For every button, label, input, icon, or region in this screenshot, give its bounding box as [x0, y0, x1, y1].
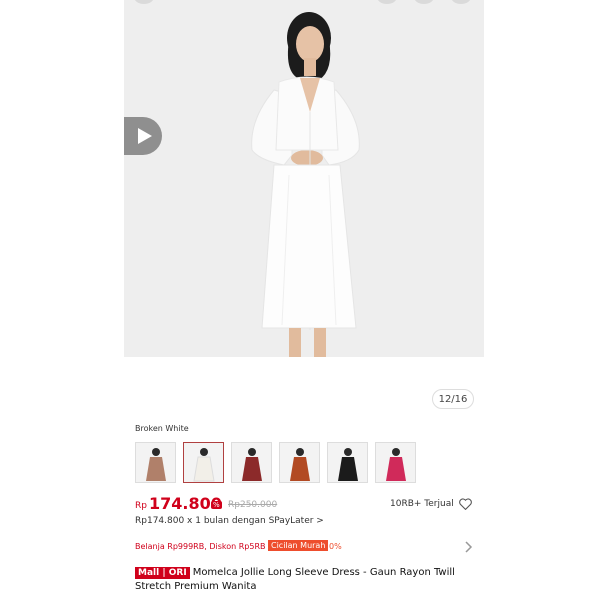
variant-rust[interactable] — [279, 442, 320, 483]
variant-label: Broken White — [135, 424, 189, 433]
mall-ori-badge: Mall | ORI — [135, 567, 190, 579]
dress-icon — [338, 448, 358, 481]
chevron-right-icon — [465, 541, 473, 553]
installment-rate: 0% — [329, 542, 342, 551]
variant-brown[interactable] — [135, 442, 176, 483]
model-figure — [251, 12, 360, 357]
dress-icon — [146, 448, 166, 481]
installment-tag: Cicilan Murah — [268, 540, 329, 551]
heart-icon[interactable] — [459, 498, 472, 510]
dress-icon — [193, 448, 215, 482]
installment-link[interactable]: Rp174.800 x 1 bulan dengan SPayLater > — [135, 516, 324, 526]
image-pager: 12/16 — [432, 389, 474, 409]
product-image[interactable] — [124, 0, 484, 357]
discount-badge: % — [211, 501, 222, 509]
dress-icon — [242, 448, 262, 481]
promo-row[interactable]: Belanja Rp999RB, Diskon Rp5RB Cicilan Mu… — [135, 540, 475, 556]
dress-icon — [386, 448, 406, 481]
variant-maroon[interactable] — [231, 442, 272, 483]
price-currency: Rp — [135, 501, 147, 511]
variant-thumbnails — [135, 442, 416, 483]
play-video-button[interactable] — [124, 117, 162, 155]
price-original: Rp250.000 — [228, 500, 278, 510]
price-row: Rp 174.800 % Rp250.000 10RB+ Terjual — [135, 494, 475, 516]
play-icon — [138, 128, 152, 144]
variant-pink[interactable] — [375, 442, 416, 483]
product-title-block: Mall | ORI Momelca Jollie Long Sleeve Dre… — [135, 566, 475, 594]
sold-count: 10RB+ Terjual — [390, 499, 454, 509]
variant-black[interactable] — [327, 442, 368, 483]
dress-icon — [290, 448, 310, 481]
promo-text: Belanja Rp999RB, Diskon Rp5RB — [135, 542, 266, 551]
variant-broken-white[interactable] — [183, 442, 224, 483]
